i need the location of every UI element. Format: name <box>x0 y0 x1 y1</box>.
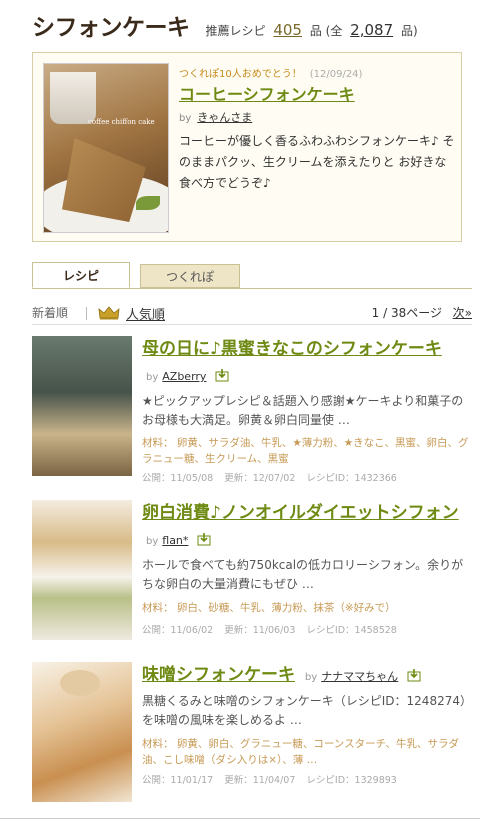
by-label: by <box>146 372 159 383</box>
tsukurepo-icon[interactable] <box>197 532 211 546</box>
recipe-title-link[interactable]: 母の日に♪黒蜜きなこのシフォンケーキ <box>142 339 442 359</box>
by-label: by <box>304 672 318 683</box>
recipe-materials: 材料： 卵黄、サラダ油、牛乳、★薄力粉、★きなこ、黒蜜、卵白、グラニュー糖、生ク… <box>142 437 469 465</box>
recipe-title-line: 味噌シフォンケーキ by ナナママちゃん <box>142 662 472 691</box>
recipe-title-link[interactable]: 味噌シフォンケーキ <box>142 665 295 685</box>
page-indicator: 1 / 38ページ <box>371 306 442 320</box>
tsukurepo-icon[interactable] <box>215 368 229 382</box>
recipe-id: レシピID：1432366 <box>306 473 397 484</box>
by-label: by <box>179 113 192 124</box>
sort-separator <box>86 307 87 320</box>
recipe-thumbnail[interactable] <box>32 662 132 802</box>
image-caption: coffee chiffon cake <box>88 118 155 126</box>
featured-author-line: by きゃんさま <box>179 109 252 125</box>
published-date: 公開：11/01/17 <box>142 775 214 786</box>
recipe-id: レシピID：1329893 <box>306 775 397 786</box>
recipe-title-line: 母の日に♪黒蜜きなこのシフォンケーキ by AZberry <box>142 336 472 391</box>
sort-bar: 新着順 人気順 1 / 38ページ 次» <box>32 304 472 324</box>
tab-recipe[interactable]: レシピ <box>32 262 130 288</box>
divider <box>32 324 472 325</box>
updated-date: 更新：11/06/03 <box>224 625 296 636</box>
recipe-thumbnail[interactable] <box>32 500 132 640</box>
recipe-title-line: 卵白消費♪ノンオイルダイエットシフォン by flan* <box>142 500 472 555</box>
updated-date: 更新：12/07/02 <box>224 473 296 484</box>
recommended-count[interactable]: 405 <box>273 21 302 39</box>
bottom-divider <box>0 818 480 819</box>
featured-author-link[interactable]: きゃんさま <box>197 111 252 124</box>
sort-popular[interactable]: 人気順 <box>126 304 165 323</box>
updated-date: 更新：11/04/07 <box>224 775 296 786</box>
recipe-description: ★ピックアップレシピ＆話題入り感謝★ケーキより和菓子のお母様も大満足。卵黄＆卵白… <box>142 394 464 427</box>
next-page-link[interactable]: 次» <box>453 304 472 321</box>
recipe-author-link[interactable]: flan* <box>162 534 188 547</box>
recommended-label: 推薦レシピ <box>205 24 266 38</box>
recipe-materials: 材料： 卵白、砂糖、牛乳、薄力粉、抹茶（※好みで） <box>142 602 396 614</box>
recipe-item: 卵白消費♪ノンオイルダイエットシフォン by flan* ホールで食べても約750… <box>32 500 472 646</box>
recipe-meta: 公開：11/05/08 更新：12/07/02 レシピID：1432366 <box>142 470 472 484</box>
featured-date: (12/09/24) <box>309 69 363 80</box>
recipe-title-link[interactable]: 卵白消費♪ノンオイルダイエットシフォン <box>142 503 459 523</box>
featured-recipe: coffee chiffon cake つくれぽ10人おめでとう！ (12/09/… <box>32 52 462 242</box>
recipe-author-link[interactable]: AZberry <box>162 370 206 383</box>
recipe-thumbnail[interactable] <box>32 336 132 476</box>
published-date: 公開：11/05/08 <box>142 473 214 484</box>
page-title: シフォンケーキ <box>32 15 190 41</box>
unit-label: 品 <box>309 24 322 38</box>
recipe-meta: 公開：11/01/17 更新：11/04/07 レシピID：1329893 <box>142 772 472 786</box>
total-suffix: 品) <box>400 24 418 38</box>
crown-icon <box>98 306 120 320</box>
by-label: by <box>146 536 159 547</box>
recipe-meta: 公開：11/06/02 更新：11/06/03 レシピID：1458528 <box>142 622 472 636</box>
recipe-description: ホールで食べても約750kcalの低カロリーシフォン。余りがちな卵白の大量消費に… <box>142 558 464 591</box>
total-prefix: (全 <box>325 24 343 38</box>
sort-newest[interactable]: 新着順 <box>32 306 68 320</box>
featured-tag: つくれぽ10人おめでとう！ (12/09/24) <box>179 65 362 80</box>
recipe-stats: 推薦レシピ 405 品 (全 2,087 品) <box>206 21 418 39</box>
recipe-item: 母の日に♪黒蜜きなこのシフォンケーキ by AZberry ★ピックアップレシピ＆… <box>32 336 472 484</box>
tag-text: つくれぽ10人おめでとう！ <box>179 69 302 80</box>
featured-description: コーヒーが優しく香るふわふわシフォンケーキ♪ そのままパクッ、生クリームを添えた… <box>179 134 455 190</box>
page-header: シフォンケーキ 推薦レシピ 405 品 (全 2,087 品) <box>32 8 472 41</box>
recipe-item: 味噌シフォンケーキ by ナナママちゃん 黒糖くるみと味噌のシフォンケーキ（レシピ… <box>32 662 472 808</box>
recipe-materials: 材料： 卵黄、卵白、グラニュー糖、コーンスターチ、牛乳、サラダ油、こし味噌（ダシ… <box>142 738 459 766</box>
tsukurepo-icon[interactable] <box>407 668 421 682</box>
published-date: 公開：11/06/02 <box>142 625 214 636</box>
tab-tsukurepo[interactable]: つくれぽ <box>140 264 240 288</box>
featured-title-link[interactable]: コーヒーシフォンケーキ <box>179 81 355 105</box>
recipe-id: レシピID：1458528 <box>306 625 397 636</box>
recipe-author-link[interactable]: ナナママちゃん <box>321 670 398 683</box>
recipe-description: 黒糖くるみと味噌のシフォンケーキ（レシピID：1248274）を味噌の風味を楽し… <box>142 694 472 727</box>
total-count[interactable]: 2,087 <box>350 21 393 39</box>
tab-bar: レシピ つくれぽ <box>32 262 472 289</box>
featured-recipe-image[interactable]: coffee chiffon cake <box>43 63 169 233</box>
